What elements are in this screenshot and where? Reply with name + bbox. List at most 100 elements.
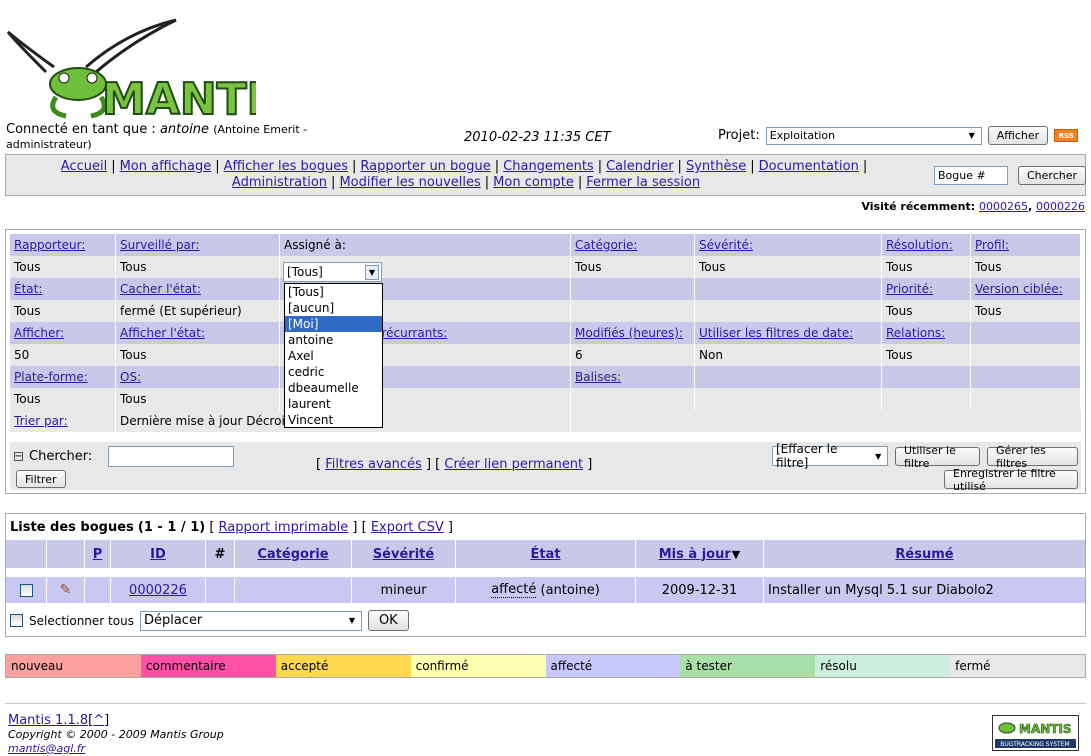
filter-heading-link[interactable]: Résolution: (886, 238, 953, 252)
menu-item-calendrier[interactable]: Calendrier (606, 159, 673, 174)
use-filter-button[interactable]: Utiliser le filtre (895, 444, 980, 470)
menu-item-mon-compte[interactable]: Mon compte (493, 175, 574, 190)
filter-heading-link[interactable]: Plate-forme: (14, 370, 88, 384)
recent-link[interactable]: 0000226 (1036, 200, 1085, 213)
select-all-checkbox[interactable] (10, 614, 23, 627)
menu-item-accueil[interactable]: Accueil (61, 159, 107, 174)
filter-value: Tous (882, 344, 971, 366)
bulk-action-select[interactable]: Déplacer ▼ (139, 610, 362, 631)
filter-button[interactable]: Filtrer (16, 470, 66, 488)
recent-link[interactable]: 0000265 (979, 200, 1028, 213)
bug-severity: mineur (352, 577, 456, 603)
filter-value: Tous (116, 256, 280, 278)
filter-value: Non (695, 344, 882, 366)
filter-heading-link[interactable]: Relations: (886, 326, 945, 340)
filter-heading-link[interactable]: Afficher: (14, 326, 64, 340)
assigned-option[interactable]: antoine (285, 332, 382, 348)
search-button[interactable]: Chercher (1018, 166, 1087, 185)
save-filter-button[interactable]: Enregistrer le filtre utilisé (944, 467, 1078, 493)
menu-item-afficher-bogues[interactable]: Afficher les bogues (224, 159, 348, 174)
recently-visited: Visité récemment: 0000265, 0000226 (861, 200, 1085, 213)
col-priority[interactable]: P (93, 547, 103, 562)
sort-desc-icon: ▼ (731, 547, 741, 561)
filter-heading-link[interactable]: Version ciblée: (975, 282, 1063, 296)
sort-by-link[interactable]: Trier par: (14, 414, 68, 428)
menu-item-fermer-session[interactable]: Fermer la session (586, 175, 700, 190)
filter-panel: Rapporteur: Surveillé par: Assigné à: Catég… (5, 229, 1086, 494)
export-csv-link[interactable]: Export CSV (371, 520, 444, 535)
filter-heading-link[interactable]: Priorité: (886, 282, 933, 296)
permalink-link[interactable]: Créer lien permanent (444, 457, 583, 472)
col-status[interactable]: État (530, 547, 560, 562)
table-row: ✎ 0000226 mineur affecté (antoine) 2009-… (6, 577, 1085, 603)
reset-filter-select[interactable]: [Effacer le filtre] ▼ (772, 442, 888, 470)
top-link[interactable]: ^ (93, 713, 104, 728)
filter-search-row: − Chercher: Filtrer [ Filtres avancés ] … (10, 442, 1081, 493)
rss-icon[interactable]: RSS (1054, 129, 1079, 142)
footer-divider (5, 703, 1086, 704)
filter-heading-link[interactable]: Catégorie: (575, 238, 637, 252)
buglist-title: Liste des bogues (10, 520, 134, 535)
email-link[interactable]: mantis@agl.fr (8, 742, 85, 755)
menu-item-administration[interactable]: Administration (232, 175, 327, 190)
menu-item-rapporter-bogue[interactable]: Rapporter un bogue (360, 159, 490, 174)
status-legend: nouveau commentaire accepté confirmé affecté… (5, 654, 1086, 678)
filter-heading-link[interactable]: Cacher l'état: (120, 282, 201, 296)
manage-filters-button[interactable]: Gérer les filtres (987, 444, 1078, 470)
filter-heading-link[interactable]: État: (14, 282, 42, 296)
col-severity[interactable]: Sévérité (373, 547, 434, 562)
assigned-option[interactable]: [Moi] (285, 316, 382, 332)
menu-item-synthese[interactable]: Synthèse (686, 159, 746, 174)
assigned-option[interactable]: [aucun] (285, 300, 382, 316)
filter-heading-link[interactable]: Rapporteur: (14, 238, 85, 252)
version-link[interactable]: Mantis 1.1.8 (8, 713, 88, 728)
col-category[interactable]: Catégorie (257, 547, 328, 562)
assigned-to-select[interactable]: [Tous] ▼ (283, 262, 382, 282)
assigned-option[interactable]: Vincent (285, 412, 382, 428)
col-updated[interactable]: Mis à jour (659, 547, 731, 562)
assigned-option[interactable]: laurent (285, 396, 382, 412)
filter-heading-link[interactable]: Balises: (575, 370, 621, 384)
filter-heading-link[interactable]: Utiliser les filtres de date: (699, 326, 853, 340)
pencil-icon[interactable]: ✎ (60, 582, 72, 598)
filter-value (882, 366, 971, 388)
print-report-link[interactable]: Rapport imprimable (219, 520, 349, 535)
menu-item-changements[interactable]: Changements (503, 159, 594, 174)
ok-button[interactable]: OK (367, 610, 409, 631)
mantis-badge[interactable]: MANTIS BUGTRACKING SYSTEM (992, 715, 1079, 751)
filter-value (695, 366, 882, 388)
bug-number-input[interactable]: Bogue # (934, 166, 1008, 185)
filter-heading-link[interactable]: Profil: (975, 238, 1009, 252)
menu-item-mon-affichage[interactable]: Mon affichage (120, 159, 212, 174)
chevron-down-icon: ▼ (365, 264, 379, 280)
search-input[interactable] (108, 446, 235, 467)
afficher-button[interactable]: Afficher (987, 126, 1049, 145)
menu-item-modifier-nouvelles[interactable]: Modifier les nouvelles (339, 175, 480, 190)
filter-heading-link[interactable]: Sévérité: (699, 238, 753, 252)
buglist-title-bar: Liste des bogues (1 - 1 / 1) [ Rapport i… (10, 520, 453, 535)
col-id[interactable]: ID (150, 547, 166, 562)
filter-heading-link[interactable]: Modifiés (heures): (575, 326, 683, 340)
legend-item: fermé (950, 655, 1085, 677)
project-select[interactable]: Exploitation ▼ (765, 126, 982, 145)
col-summary[interactable]: Résumé (895, 547, 953, 562)
legend-item: affecté (545, 655, 681, 677)
row-checkbox[interactable] (19, 583, 33, 597)
menu-item-documentation[interactable]: Documentation (759, 159, 859, 174)
login-prefix: Connecté en tant que : (6, 122, 156, 137)
advanced-filters-link[interactable]: Filtres avancés (325, 457, 422, 472)
assigned-option[interactable]: cedric (285, 364, 382, 380)
filter-value (695, 388, 882, 410)
filter-heading-link: Assigné à: (284, 238, 346, 252)
chevron-down-icon: ▼ (968, 131, 975, 140)
filter-value (971, 388, 1081, 410)
assigned-option[interactable]: Axel (285, 348, 382, 364)
assigned-option[interactable]: dbeaumelle (285, 380, 382, 396)
assigned-option[interactable]: [Tous] (285, 284, 382, 300)
bug-summary: Installer un Mysql 5.1 sur Diabolo2 (768, 582, 994, 598)
collapse-icon[interactable]: − (14, 451, 23, 461)
filter-heading-link[interactable]: Surveillé par: (120, 238, 200, 252)
filter-heading-link[interactable]: Afficher l'état: (120, 326, 205, 340)
filter-heading-link[interactable]: OS: (120, 370, 141, 384)
bug-id-link[interactable]: 0000226 (129, 583, 187, 598)
